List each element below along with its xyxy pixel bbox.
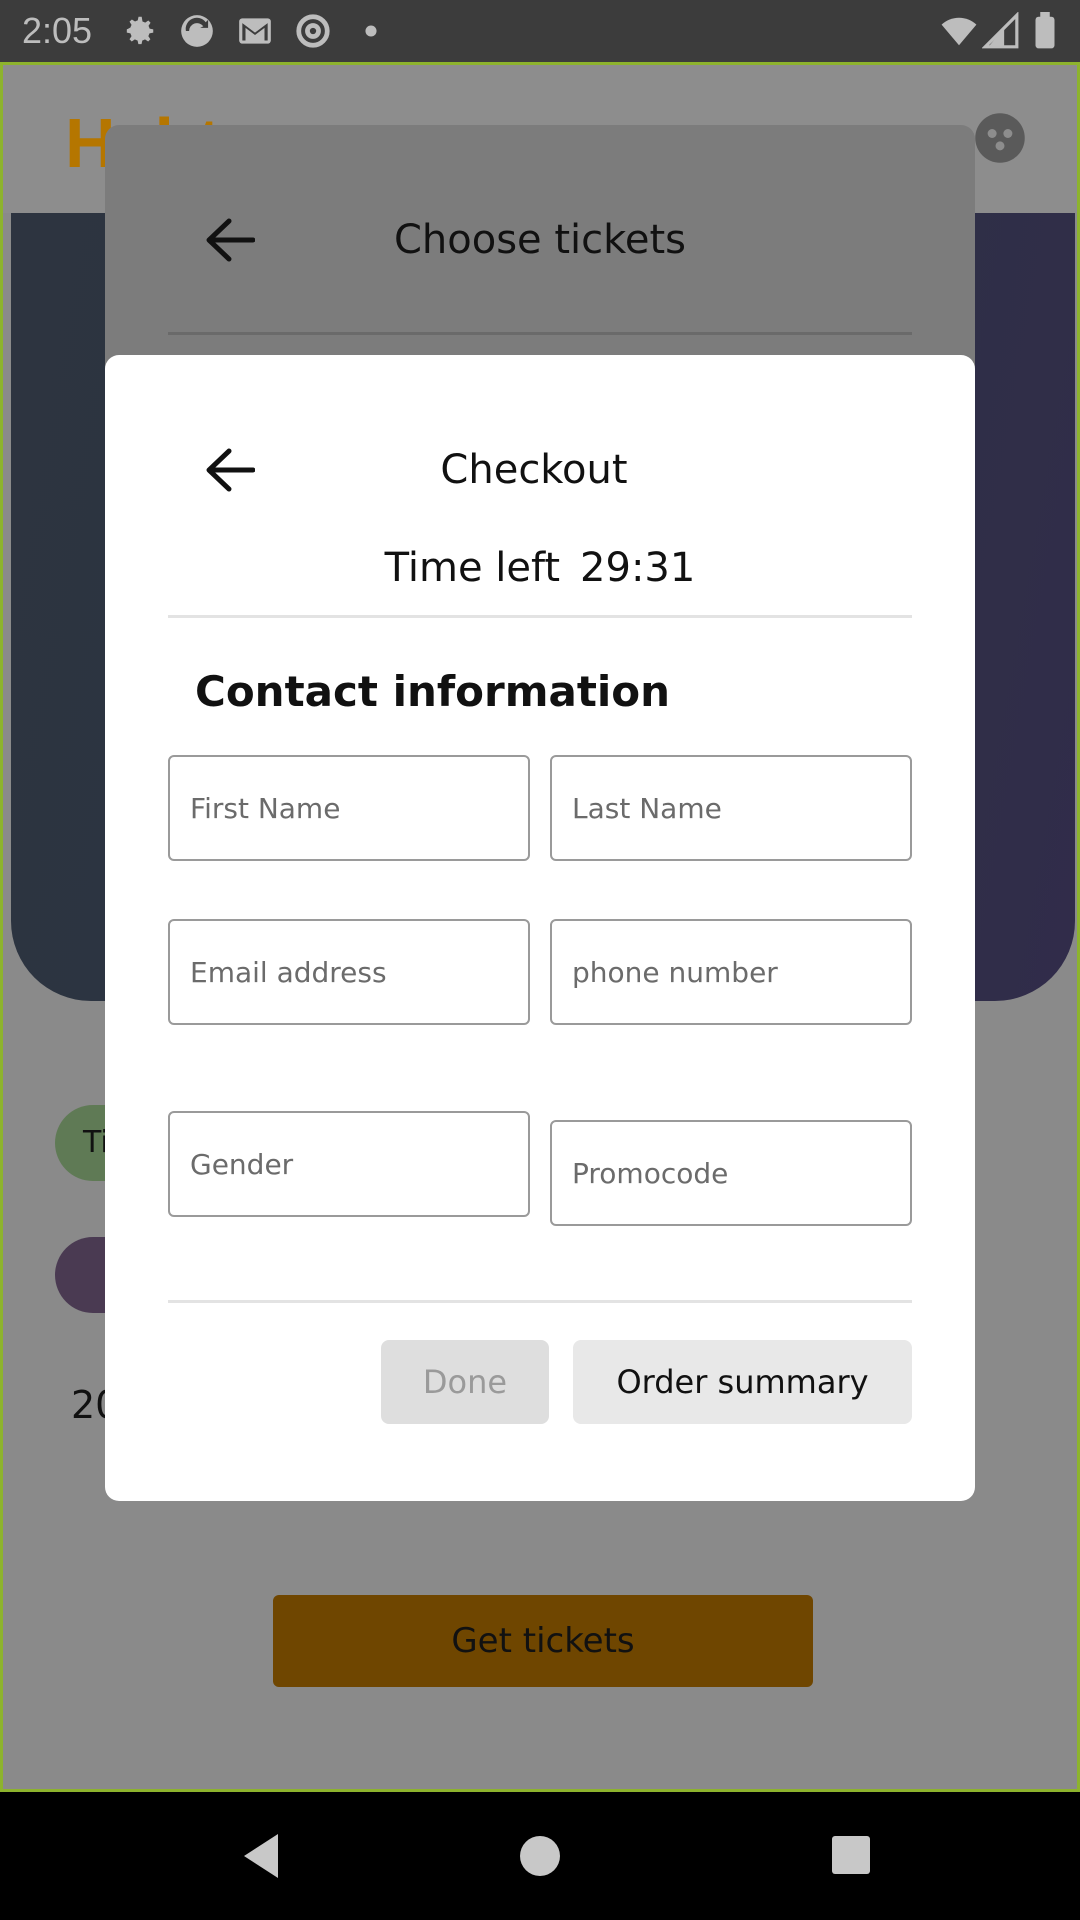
- done-button[interactable]: Done: [381, 1340, 549, 1424]
- time-left-value: 29:31: [580, 545, 696, 591]
- dot-icon: [365, 25, 377, 37]
- order-summary-button[interactable]: Order summary: [573, 1340, 912, 1424]
- last-name-input[interactable]: [552, 757, 910, 859]
- gmail-icon: [239, 18, 271, 44]
- time-left-label: Time left: [384, 545, 561, 591]
- signal-icon: [982, 12, 1019, 49]
- back-triangle-icon[interactable]: [236, 1828, 292, 1884]
- recents-square-icon[interactable]: [822, 1828, 878, 1884]
- phone-input[interactable]: [552, 921, 910, 1023]
- avatar-icon[interactable]: [973, 111, 1027, 165]
- home-circle-icon[interactable]: [512, 1828, 568, 1884]
- divider: [168, 332, 912, 335]
- navigation-bar: [0, 1792, 1080, 1920]
- sync-icon: [181, 15, 213, 47]
- last-name-field[interactable]: [550, 755, 912, 861]
- battery-icon: [1035, 12, 1055, 49]
- choose-tickets-title: Choose tickets: [393, 217, 687, 263]
- gender-field[interactable]: [168, 1111, 530, 1217]
- checkout-title: Checkout: [440, 447, 628, 493]
- gear-icon: [126, 16, 154, 45]
- contact-information-heading: Contact information: [195, 667, 671, 716]
- email-input[interactable]: [170, 921, 528, 1023]
- gender-input[interactable]: [170, 1113, 528, 1215]
- at-sign-icon: [296, 14, 330, 48]
- divider: [168, 615, 912, 618]
- wifi-icon: [941, 17, 977, 46]
- get-tickets-button[interactable]: Get tickets: [273, 1595, 813, 1687]
- status-bar: 2:05: [0, 0, 1080, 62]
- status-time: 2:05: [22, 10, 93, 51]
- first-name-field[interactable]: [168, 755, 530, 861]
- checkout-dialog: Checkout Time left 29:31 Contact informat…: [105, 355, 975, 1501]
- email-field[interactable]: [168, 919, 530, 1025]
- phone-field[interactable]: [550, 919, 912, 1025]
- time-left: Time left 29:31: [105, 545, 975, 591]
- promocode-input[interactable]: [552, 1122, 910, 1224]
- divider: [168, 1300, 912, 1303]
- promocode-field[interactable]: [550, 1120, 912, 1226]
- first-name-input[interactable]: [170, 757, 528, 859]
